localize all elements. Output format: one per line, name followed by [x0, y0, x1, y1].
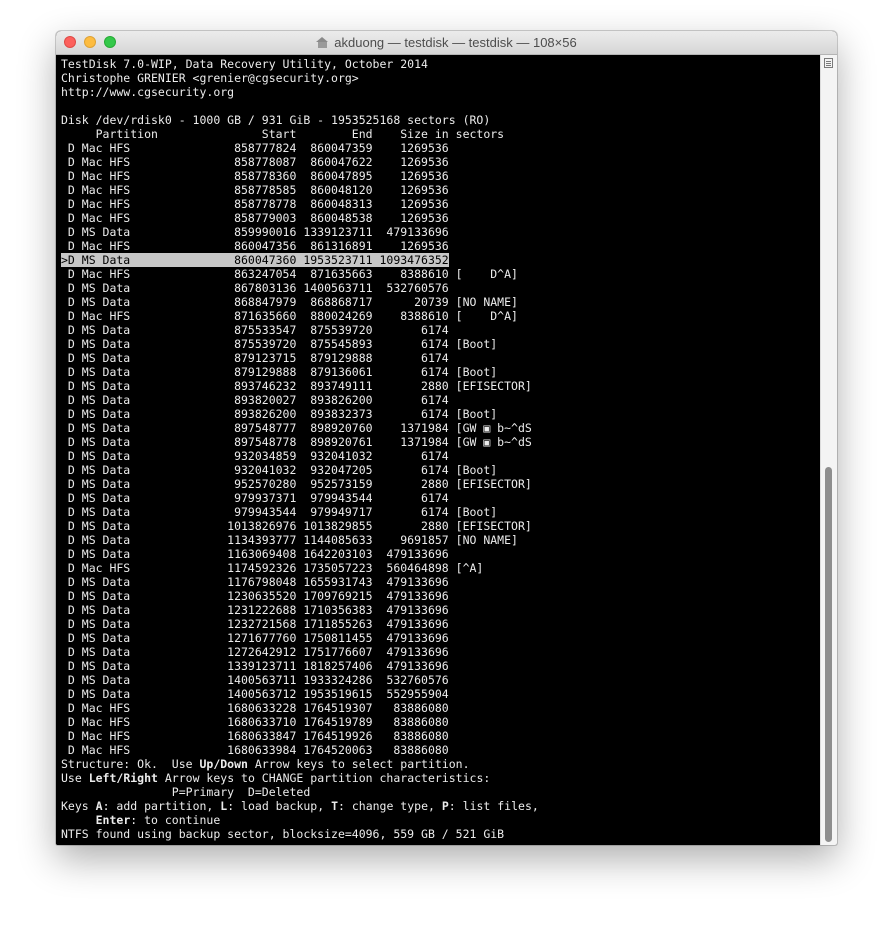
partition-row-selected[interactable]: >D MS Data 860047360 1953523711 10934763…: [61, 253, 449, 267]
header-line: http://www.cgsecurity.org: [61, 85, 235, 99]
change-prefix: Use: [61, 771, 89, 785]
partition-row[interactable]: D MS Data 879129888 879136061 6174 [Boot…: [61, 365, 539, 379]
change-suffix: Arrow keys to CHANGE partition character…: [157, 771, 491, 785]
keys-text: Keys: [61, 799, 96, 813]
status-line: NTFS found using backup sector, blocksiz…: [61, 827, 505, 841]
header-line: TestDisk 7.0-WIP, Data Recovery Utility,…: [61, 57, 428, 71]
updown-key: Up/Down: [199, 757, 248, 771]
partition-row[interactable]: D Mac HFS 1680633710 1764519789 83886080: [61, 715, 539, 729]
disk-info-line: Disk /dev/rdisk0 - 1000 GB / 931 GiB - 1…: [61, 113, 491, 127]
partition-row[interactable]: D Mac HFS 860047356 861316891 1269536: [61, 239, 539, 253]
partition-row[interactable]: D MS Data 979937371 979943544 6174: [61, 491, 539, 505]
home-folder-icon: [316, 37, 329, 48]
partition-row[interactable]: D MS Data 1272642912 1751776607 47913369…: [61, 645, 539, 659]
partition-row[interactable]: D MS Data 897548777 898920760 1371984 [G…: [61, 421, 539, 435]
keys-text: : list files,: [448, 799, 539, 813]
partition-row[interactable]: D MS Data 1176798048 1655931743 47913369…: [61, 575, 539, 589]
structure-line: Structure: Ok. Use Up/Down Arrow keys to…: [61, 757, 539, 771]
partition-row[interactable]: D Mac HFS 858778585 860048120 1269536: [61, 183, 539, 197]
partition-row[interactable]: D MS Data 1400563712 1953519615 55295590…: [61, 687, 539, 701]
partition-row[interactable]: D MS Data 875533547 875539720 6174: [61, 323, 539, 337]
partition-row[interactable]: D MS Data 893820027 893826200 6174: [61, 393, 539, 407]
partition-row[interactable]: D Mac HFS 858778087 860047622 1269536: [61, 155, 539, 169]
partition-row[interactable]: D MS Data 1231222688 1710356383 47913369…: [61, 603, 539, 617]
key-p: P: [441, 799, 449, 813]
title-bar[interactable]: akduong — testdisk — testdisk — 108×56: [56, 31, 837, 55]
partition-row[interactable]: D MS Data 1013826976 1013829855 2880 [EF…: [61, 519, 539, 533]
partition-row[interactable]: D Mac HFS 858778778 860048313 1269536: [61, 197, 539, 211]
marks-icon[interactable]: [824, 58, 833, 68]
change-line: Use Left/Right Arrow keys to CHANGE part…: [61, 771, 539, 785]
enter-line: Enter: to continue: [61, 813, 539, 827]
partition-row[interactable]: D MS Data 1232721568 1711855263 47913369…: [61, 617, 539, 631]
partition-row[interactable]: D MS Data 1163069408 1642203103 47913369…: [61, 547, 539, 561]
partition-row[interactable]: D Mac HFS 1680633847 1764519926 83886080: [61, 729, 539, 743]
partition-row[interactable]: D MS Data 868847979 868868717 20739 [NO …: [61, 295, 539, 309]
partition-row[interactable]: D MS Data 879123715 879129888 6174: [61, 351, 539, 365]
keys-line: Keys A: add partition, L: load backup, T…: [61, 799, 539, 813]
partition-row[interactable]: D Mac HFS 858777824 860047359 1269536: [61, 141, 539, 155]
partition-row[interactable]: D Mac HFS 1680633984 1764520063 83886080: [61, 743, 539, 757]
structure-prefix: Structure: Ok. Use: [61, 757, 200, 771]
window-title: akduong — testdisk — testdisk — 108×56: [56, 31, 837, 54]
scrollbar-thumb[interactable]: [825, 467, 832, 842]
partition-row[interactable]: D MS Data 867803136 1400563711 532760576: [61, 281, 539, 295]
legend-line: P=Primary D=Deleted: [61, 785, 311, 799]
window-title-text: akduong — testdisk — testdisk — 108×56: [334, 35, 577, 50]
partition-row[interactable]: D Mac HFS 871635660 880024269 8388610 [ …: [61, 309, 539, 323]
enter-suffix: : to continue: [130, 813, 221, 827]
partition-row[interactable]: D MS Data 1230635520 1709769215 47913369…: [61, 589, 539, 603]
keys-text: : add partition,: [102, 799, 221, 813]
partition-row[interactable]: D MS Data 932041032 932047205 6174 [Boot…: [61, 463, 539, 477]
structure-suffix: Arrow keys to select partition.: [247, 757, 470, 771]
terminal-content[interactable]: TestDisk 7.0-WIP, Data Recovery Utility,…: [56, 55, 821, 845]
partition-row[interactable]: D Mac HFS 858778360 860047895 1269536: [61, 169, 539, 183]
leftright-key: Left/Right: [88, 771, 158, 785]
partition-row[interactable]: D Mac HFS 858779003 860048538 1269536: [61, 211, 539, 225]
partition-row[interactable]: D Mac HFS 1174592326 1735057223 56046489…: [61, 561, 539, 575]
partition-row[interactable]: D MS Data 1400563711 1933324286 53276057…: [61, 673, 539, 687]
partition-row[interactable]: D MS Data 932034859 932041032 6174: [61, 449, 539, 463]
partition-row[interactable]: D Mac HFS 1680633228 1764519307 83886080: [61, 701, 539, 715]
key-a: A: [95, 799, 103, 813]
keys-text: : load backup,: [227, 799, 332, 813]
partition-row[interactable]: D MS Data 979943544 979949717 6174 [Boot…: [61, 505, 539, 519]
scrollbar[interactable]: [820, 55, 837, 845]
partition-row[interactable]: D MS Data 893826200 893832373 6174 [Boot…: [61, 407, 539, 421]
terminal-lines: TestDisk 7.0-WIP, Data Recovery Utility,…: [61, 57, 539, 841]
partition-row[interactable]: D MS Data 893746232 893749111 2880 [EFIS…: [61, 379, 539, 393]
partition-row[interactable]: D Mac HFS 863247054 871635663 8388610 [ …: [61, 267, 539, 281]
partition-table-header: Partition Start End Size in sectors: [61, 127, 505, 141]
header-line: Christophe GRENIER <grenier@cgsecurity.o…: [61, 71, 359, 85]
partition-row[interactable]: D MS Data 897548778 898920761 1371984 [G…: [61, 435, 539, 449]
partition-list[interactable]: D Mac HFS 858777824 860047359 1269536 D …: [61, 141, 539, 757]
partition-row[interactable]: D MS Data 1134393777 1144085633 9691857 …: [61, 533, 539, 547]
partition-row[interactable]: D MS Data 952570280 952573159 2880 [EFIS…: [61, 477, 539, 491]
enter-key: Enter: [95, 813, 131, 827]
keys-text: : change type,: [338, 799, 442, 813]
terminal-window: akduong — testdisk — testdisk — 108×56 T…: [56, 31, 837, 845]
partition-row[interactable]: D MS Data 875539720 875545893 6174 [Boot…: [61, 337, 539, 351]
partition-row[interactable]: D MS Data 859990016 1339123711 479133696: [61, 225, 539, 239]
partition-row[interactable]: D MS Data 1339123711 1818257406 47913369…: [61, 659, 539, 673]
partition-row[interactable]: D MS Data 1271677760 1750811455 47913369…: [61, 631, 539, 645]
key-t: T: [331, 799, 338, 813]
